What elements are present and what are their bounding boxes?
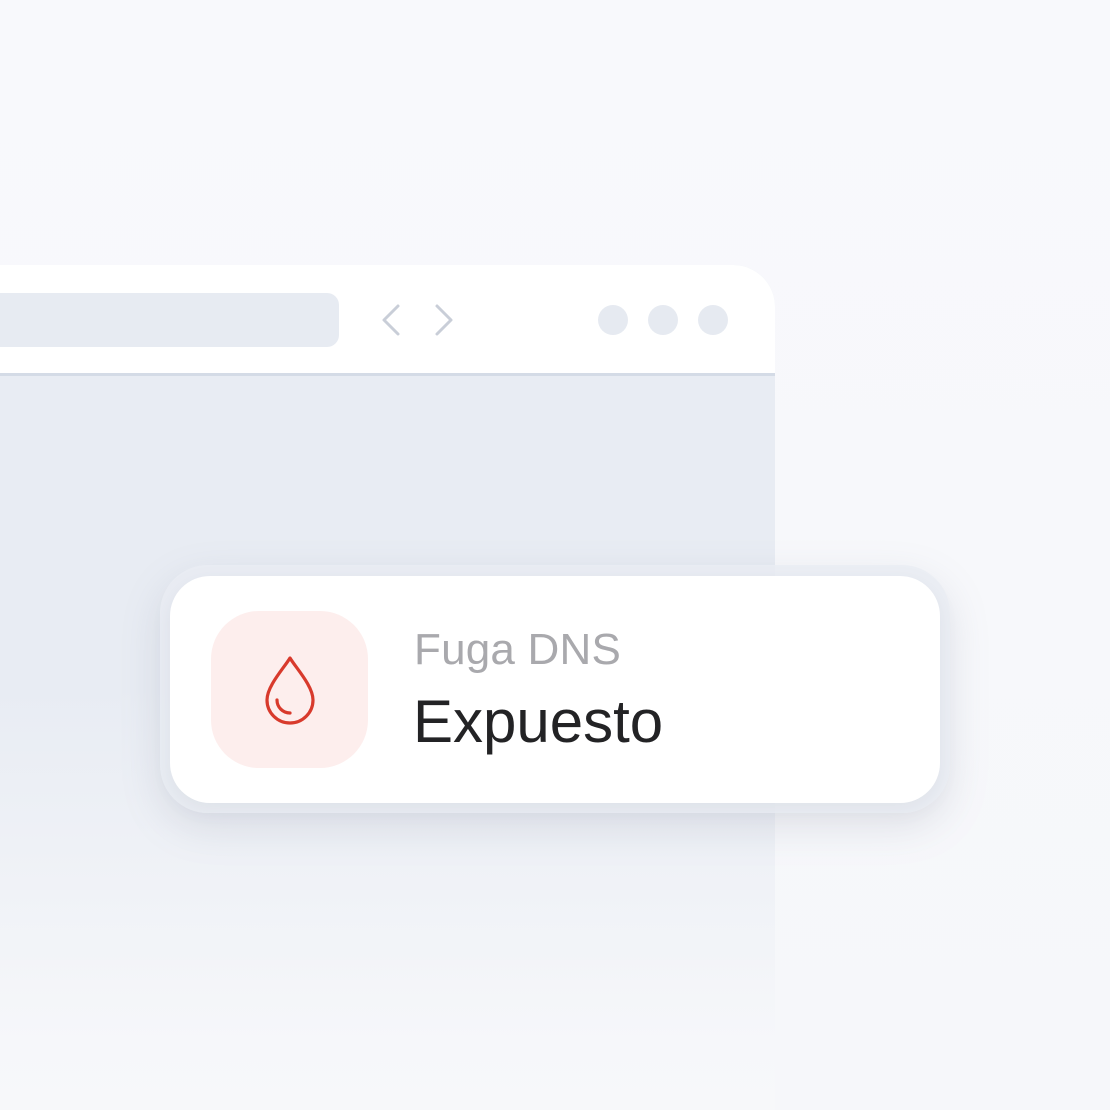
chevron-left-icon — [382, 304, 400, 336]
stage: Fuga DNS Expuesto — [0, 0, 1110, 1110]
window-control-2[interactable] — [648, 305, 678, 335]
icon-tile — [211, 611, 368, 768]
forward-button[interactable] — [426, 299, 462, 341]
address-bar[interactable] — [0, 293, 339, 347]
window-control-1[interactable] — [598, 305, 628, 335]
back-button[interactable] — [373, 299, 409, 341]
window-control-3[interactable] — [698, 305, 728, 335]
browser-toolbar — [0, 265, 775, 376]
dns-leak-notification-card: Fuga DNS Expuesto — [170, 576, 940, 803]
chevron-right-icon — [435, 304, 453, 336]
notification-label: Fuga DNS — [414, 625, 622, 674]
notification-status: Expuesto — [413, 688, 664, 755]
water-drop-icon — [264, 655, 315, 725]
